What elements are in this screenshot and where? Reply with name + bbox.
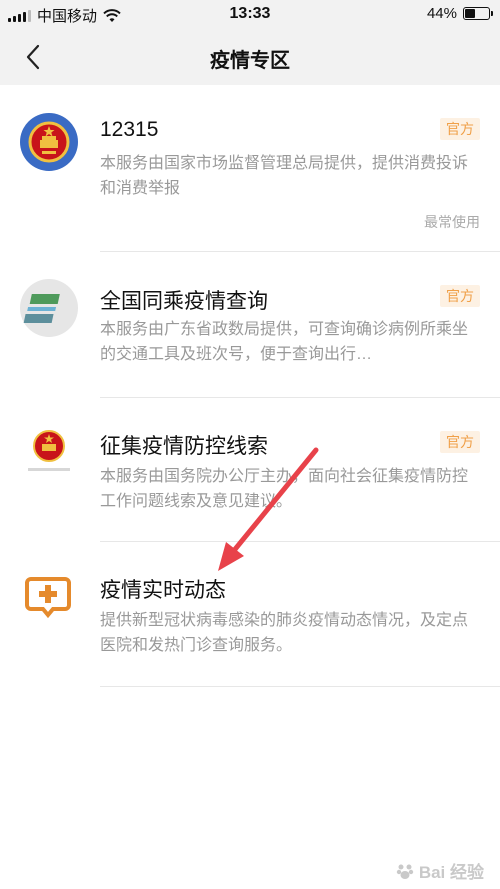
guangdong-gov-logo-icon — [20, 279, 78, 337]
usage-label: 最常使用 — [424, 214, 480, 230]
divider — [100, 686, 500, 687]
service-description: 本服务由国务院办公厅主办，面向社会征集疫情防控工作问题线索及意见建议。 — [100, 468, 469, 510]
watermark: Bai 经验 — [395, 858, 484, 883]
service-item-clue-collection[interactable]: 征集疫情防控线索 官方 本服务由国务院办公厅主办，面向社会征集疫情防控工作问题线… — [0, 398, 500, 542]
service-description: 本服务由国家市场监督管理总局提供，提供消费投诉和消费举报 — [100, 155, 469, 197]
paw-icon — [396, 864, 414, 879]
status-bar: 中国移动 13:33 44% — [0, 0, 500, 30]
official-badge: 官方 — [440, 285, 480, 307]
watermark-text: Bai 经验 — [418, 863, 484, 882]
service-title: 疫情实时动态 — [100, 579, 226, 602]
service-description: 本服务由广东省政数局提供，可查询确诊病例所乘坐的交通工具及班次号，便于查询出行… — [100, 321, 469, 363]
status-right: 44% — [426, 5, 493, 22]
service-item-cotravel-query[interactable]: 全国同乘疫情查询 官方 本服务由广东省政数局提供，可查询确诊病例所乘坐的交通工具… — [0, 252, 500, 398]
service-title: 12315 — [100, 118, 159, 141]
nav-bar: 疫情专区 — [0, 30, 500, 85]
battery-icon — [463, 7, 493, 20]
official-badge: 官方 — [440, 431, 480, 453]
official-badge: 官方 — [440, 118, 480, 140]
service-title: 征集疫情防控线索 — [100, 435, 268, 458]
national-emblem-icon — [20, 113, 78, 171]
service-title: 全国同乘疫情查询 — [100, 290, 268, 313]
battery-percent: 44% — [426, 5, 457, 22]
service-item-realtime-updates[interactable]: 疫情实时动态 提供新型冠状病毒感染的肺炎疫情动态情况，及定点医院和发热门诊查询服… — [0, 542, 500, 687]
service-item-12315[interactable]: 12315 官方 本服务由国家市场监督管理总局提供，提供消费投诉和消费举报 最常… — [0, 85, 500, 252]
service-description: 提供新型冠状病毒感染的肺炎疫情动态情况，及定点医院和发热门诊查询服务。 — [100, 612, 469, 654]
page-title: 疫情专区 — [210, 50, 290, 72]
status-time: 13:33 — [229, 5, 271, 22]
medical-chat-icon — [25, 577, 71, 619]
service-list: 12315 官方 本服务由国家市场监督管理总局提供，提供消费投诉和消费举报 最常… — [0, 85, 500, 687]
gov-cn-emblem-icon — [28, 430, 70, 471]
